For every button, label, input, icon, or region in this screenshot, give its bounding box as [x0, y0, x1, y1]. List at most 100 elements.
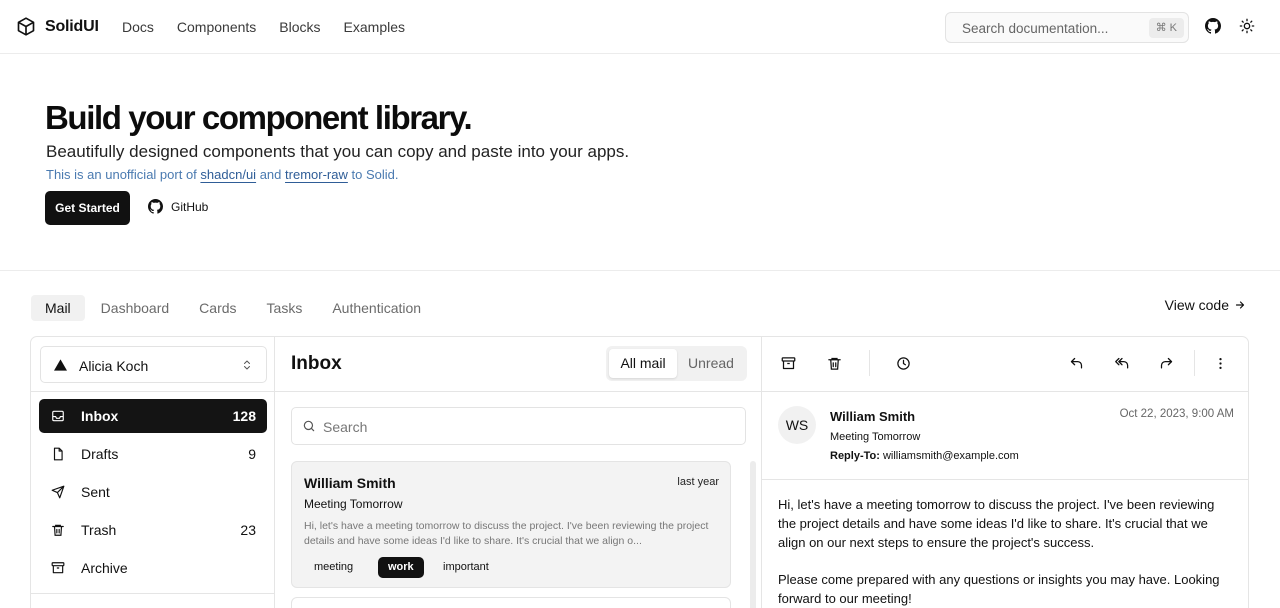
hero-note-and: and [259, 167, 282, 182]
folder-archive[interactable]: Archive [39, 551, 267, 585]
hero-subtitle: Beautifully designed components that you… [46, 142, 630, 161]
reply-to-label: Reply-To: [830, 450, 880, 462]
tab-mail[interactable]: Mail [31, 295, 85, 321]
hero-note-prefix: This is an unofficial port of [46, 167, 197, 182]
view-code-label: View code [1164, 297, 1229, 313]
mail-list-divider [275, 391, 762, 392]
cube-logo-icon [16, 16, 36, 37]
folder-count: 128 [232, 408, 256, 424]
example-tabs: Mail Dashboard Cards Tasks Authenticatio… [31, 295, 437, 321]
inbox-icon [51, 409, 65, 423]
github-icon [148, 199, 163, 214]
nav-examples[interactable]: Examples [344, 19, 405, 35]
file-icon [51, 447, 65, 461]
reply-all-icon[interactable] [1114, 356, 1130, 371]
detail-body: Hi, let's have a meeting tomorrow to dis… [778, 495, 1228, 608]
mail-list-title: Inbox [291, 353, 342, 374]
mail-subject: Meeting Tomorrow [304, 497, 403, 511]
search-shortcut: ⌘ K [1148, 18, 1184, 38]
nav-components[interactable]: Components [177, 19, 256, 35]
chevrons-up-down-icon [241, 358, 253, 372]
mail-time: last year [677, 476, 719, 488]
brand-name: SolidUI [45, 17, 99, 35]
folder-label: Sent [81, 484, 110, 500]
view-code-link[interactable]: View code [1165, 297, 1246, 313]
tab-dashboard[interactable]: Dashboard [87, 295, 184, 321]
hero-note-suffix: to Solid. [351, 167, 399, 182]
mail-list-panel: Inbox All mail Unread William Smith last… [275, 337, 762, 608]
brand[interactable]: SolidUI [16, 16, 99, 37]
folder-label: Archive [81, 560, 128, 576]
tag-meeting: meeting [314, 561, 354, 573]
search-documentation-button[interactable]: Search documentation... ⌘ K [945, 12, 1189, 43]
archive-icon[interactable] [781, 356, 796, 371]
account-name: Alicia Koch [79, 358, 149, 374]
detail-body-paragraph: Hi, let's have a meeting tomorrow to dis… [778, 497, 1215, 550]
toolbar-divider [869, 350, 870, 376]
reply-to-address: williamsmith@example.com [882, 450, 1019, 462]
folder-label: Inbox [81, 408, 119, 424]
mail-preview: Hi, let's have a meeting tomorrow to dis… [304, 520, 709, 547]
mail-search-input[interactable] [323, 417, 723, 437]
folder-inbox[interactable]: Inbox 128 [39, 399, 267, 433]
mail-from: William Smith [304, 475, 396, 491]
detail-date: Oct 22, 2023, 9:00 AM [1119, 408, 1234, 420]
folder-count: 9 [248, 446, 256, 462]
main-nav: Docs Components Blocks Examples [122, 19, 405, 35]
mail-example: Alicia Koch Inbox 128 Drafts 9 Sent Tras… [30, 336, 1249, 608]
avatar: WS [778, 406, 816, 444]
detail-subject: Meeting Tomorrow [830, 431, 921, 443]
mail-list-item[interactable] [291, 597, 731, 608]
tab-authentication[interactable]: Authentication [318, 295, 435, 321]
github-icon[interactable] [1205, 18, 1221, 34]
sidebar-divider [31, 391, 275, 392]
folder-trash[interactable]: Trash 23 [39, 513, 267, 547]
folder-drafts[interactable]: Drafts 9 [39, 437, 267, 471]
github-button-label: GitHub [171, 199, 209, 214]
tab-tasks[interactable]: Tasks [253, 295, 317, 321]
folder-count: 23 [240, 522, 256, 538]
toolbar-divider [1194, 350, 1195, 376]
folder-sent[interactable]: Sent [39, 475, 267, 509]
hero-title: Build your component library. [45, 99, 473, 136]
folder-label: Drafts [81, 446, 119, 462]
folder-label: Trash [81, 522, 117, 538]
detail-body-paragraph: Please come prepared with any questions … [778, 572, 1220, 606]
detail-reply-to: Reply-To: williamsmith@example.com [830, 450, 1019, 462]
mail-detail-panel: WS William Smith Meeting Tomorrow Reply-… [762, 337, 1248, 608]
send-icon [51, 485, 65, 499]
sidebar-divider [31, 593, 275, 594]
theme-toggle-icon[interactable] [1239, 18, 1255, 34]
more-vertical-icon[interactable] [1213, 356, 1228, 371]
triangle-logo-icon [54, 359, 67, 371]
hero-note: This is an unofficial port of shadcn/ui … [46, 167, 398, 182]
search-documentation-placeholder: Search documentation... [962, 21, 1109, 36]
github-button[interactable]: GitHub [148, 199, 208, 214]
tab-cards[interactable]: Cards [185, 295, 250, 321]
top-bar: SolidUI Docs Components Blocks Examples … [0, 0, 1280, 54]
filter-unread[interactable]: Unread [678, 349, 744, 378]
arrow-right-icon [1234, 299, 1246, 311]
section-divider [0, 270, 1280, 271]
search-icon [302, 419, 316, 433]
nav-docs[interactable]: Docs [122, 19, 154, 35]
detail-toolbar-divider [762, 391, 1248, 392]
forward-icon[interactable] [1159, 356, 1174, 371]
get-started-button[interactable]: Get Started [45, 191, 130, 225]
nav-blocks[interactable]: Blocks [279, 19, 320, 35]
filter-all-mail[interactable]: All mail [609, 349, 677, 378]
shadcn-link[interactable]: shadcn/ui [200, 167, 256, 182]
mail-search-box [291, 407, 746, 445]
tremor-link[interactable]: tremor-raw [285, 167, 348, 182]
tag-important: important [443, 561, 489, 573]
clock-icon[interactable] [896, 356, 911, 371]
mail-list-scrollbar[interactable] [750, 461, 756, 608]
reply-icon[interactable] [1069, 356, 1084, 371]
detail-sender: William Smith [830, 409, 916, 424]
mail-list-item[interactable]: William Smith last year Meeting Tomorrow… [291, 461, 731, 588]
mail-sidebar: Alicia Koch Inbox 128 Drafts 9 Sent Tras… [31, 337, 275, 608]
tag-work: work [378, 557, 424, 578]
trash-icon[interactable] [827, 356, 842, 371]
account-switcher[interactable]: Alicia Koch [40, 346, 267, 383]
detail-header-divider [762, 479, 1248, 480]
